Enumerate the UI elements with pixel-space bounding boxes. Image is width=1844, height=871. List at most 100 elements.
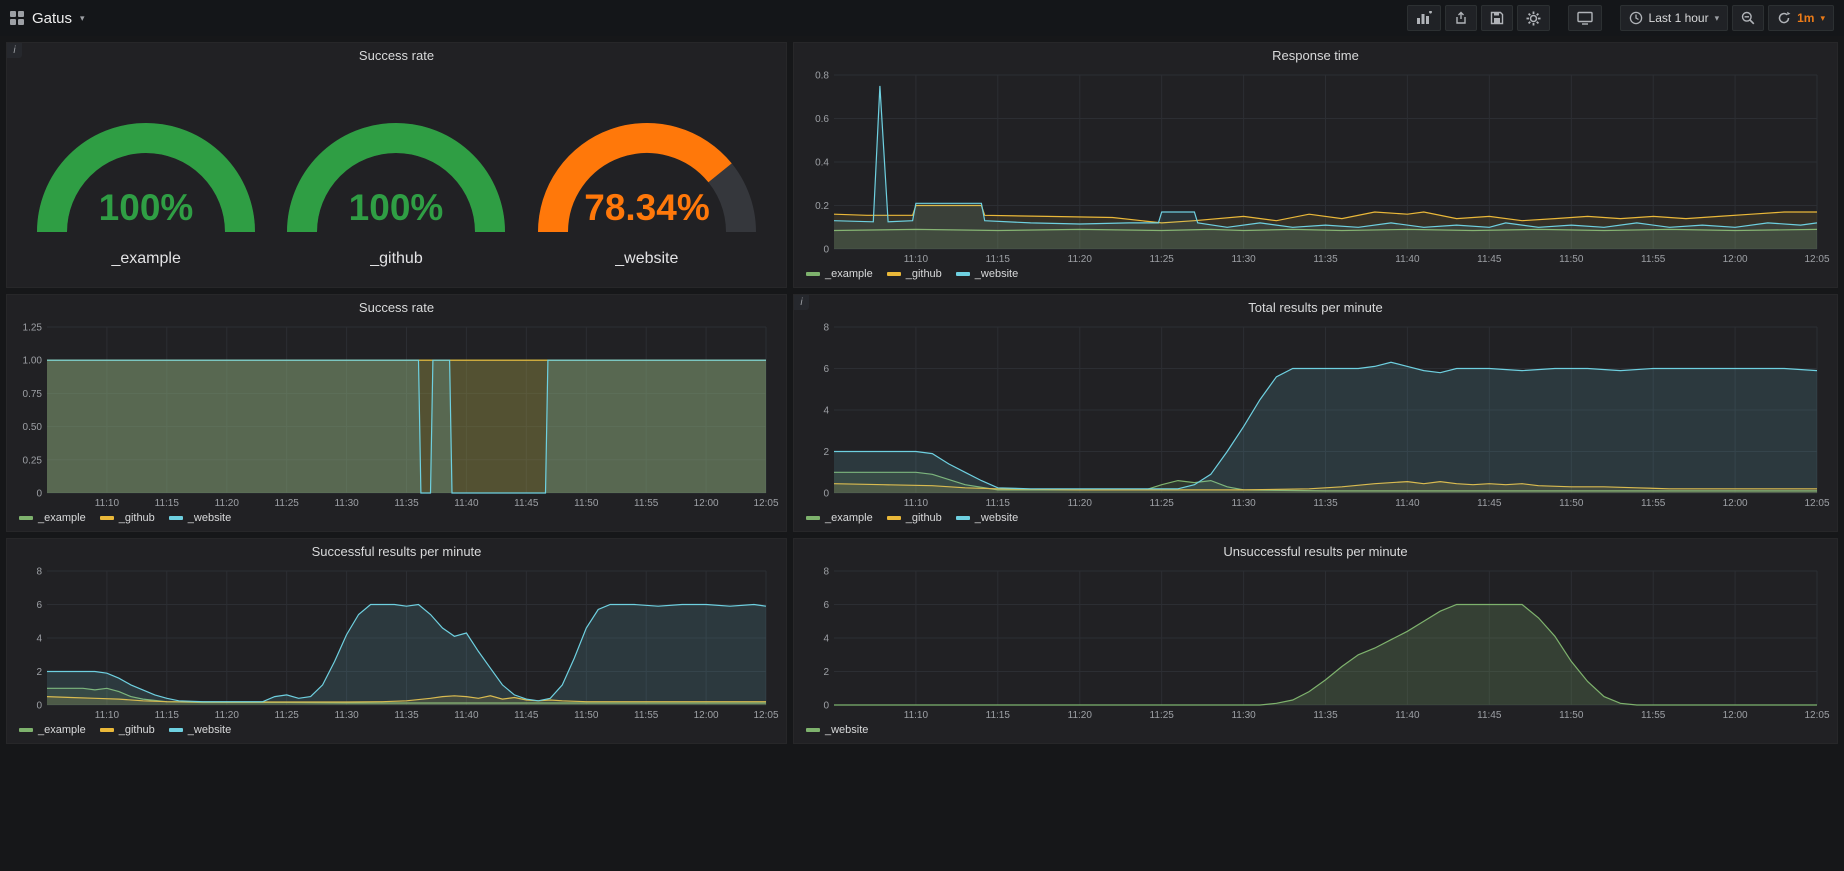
svg-text:11:30: 11:30 bbox=[1231, 498, 1256, 509]
legend-item[interactable]: _github bbox=[100, 512, 155, 524]
chart-area[interactable]: 11:1011:1511:2011:2511:3011:3511:4011:45… bbox=[7, 563, 786, 721]
svg-text:11:50: 11:50 bbox=[574, 710, 599, 721]
svg-text:6: 6 bbox=[823, 364, 829, 375]
gauge-value: 78.34% bbox=[584, 187, 710, 228]
svg-text:11:50: 11:50 bbox=[1559, 254, 1584, 265]
svg-text:11:15: 11:15 bbox=[986, 254, 1011, 265]
legend-label: _website bbox=[188, 512, 231, 524]
refresh-picker[interactable]: 1m ▾ bbox=[1768, 5, 1834, 31]
svg-text:11:50: 11:50 bbox=[574, 498, 599, 509]
legend-item[interactable]: _website bbox=[956, 512, 1018, 524]
legend-swatch bbox=[806, 516, 820, 520]
chart-area[interactable]: 11:1011:1511:2011:2511:3011:3511:4011:45… bbox=[794, 319, 1837, 509]
svg-text:11:10: 11:10 bbox=[904, 710, 929, 721]
save-button[interactable] bbox=[1481, 5, 1513, 31]
svg-text:1.00: 1.00 bbox=[23, 356, 43, 367]
successful-results-chart: 11:1011:1511:2011:2511:3011:3511:4011:45… bbox=[13, 563, 780, 721]
legend-swatch bbox=[806, 728, 820, 732]
panel-info-icon[interactable]: i bbox=[794, 295, 809, 310]
svg-text:12:00: 12:00 bbox=[1723, 498, 1748, 509]
svg-text:11:10: 11:10 bbox=[95, 498, 120, 509]
success-rate-chart: 11:1011:1511:2011:2511:3011:3511:4011:45… bbox=[13, 319, 780, 509]
chart-area[interactable]: 11:1011:1511:2011:2511:3011:3511:4011:45… bbox=[794, 67, 1837, 265]
svg-text:11:50: 11:50 bbox=[1559, 498, 1584, 509]
svg-text:0: 0 bbox=[823, 701, 829, 712]
svg-text:12:05: 12:05 bbox=[753, 710, 778, 721]
share-button[interactable] bbox=[1445, 5, 1477, 31]
panel-header[interactable]: Total results per minute bbox=[794, 295, 1837, 319]
chart-area[interactable]: 11:1011:1511:2011:2511:3011:3511:4011:45… bbox=[794, 563, 1837, 721]
svg-text:12:00: 12:00 bbox=[1723, 254, 1748, 265]
svg-text:11:45: 11:45 bbox=[1477, 254, 1502, 265]
panel-info-icon[interactable]: i bbox=[7, 43, 22, 58]
svg-text:12:05: 12:05 bbox=[1804, 710, 1829, 721]
chevron-down-icon: ▾ bbox=[1820, 13, 1825, 24]
legend-item[interactable]: _example bbox=[19, 724, 86, 736]
time-range-picker[interactable]: Last 1 hour ▾ bbox=[1620, 5, 1729, 31]
svg-text:0: 0 bbox=[823, 245, 829, 256]
panel-title: Success rate bbox=[359, 300, 434, 315]
legend-item[interactable]: _example bbox=[806, 268, 873, 280]
zoom-out-icon bbox=[1741, 11, 1755, 25]
svg-text:12:05: 12:05 bbox=[753, 498, 778, 509]
legend-swatch bbox=[169, 516, 183, 520]
panel-successful-results: Successful results per minute 11:1011:15… bbox=[6, 538, 787, 744]
zoom-out-button[interactable] bbox=[1732, 5, 1764, 31]
legend-item[interactable]: _github bbox=[100, 724, 155, 736]
legend-label: _github bbox=[906, 512, 942, 524]
chart-legend: _example _github _website bbox=[794, 265, 1837, 287]
panel-header[interactable]: Successful results per minute bbox=[7, 539, 786, 563]
svg-text:11:30: 11:30 bbox=[334, 710, 359, 721]
panel-success-rate-gauges: i Success rate 100%_example100%_github78… bbox=[6, 42, 787, 288]
svg-text:11:50: 11:50 bbox=[1559, 710, 1584, 721]
svg-text:8: 8 bbox=[36, 567, 42, 578]
svg-text:0.6: 0.6 bbox=[815, 114, 829, 125]
svg-text:0.8: 0.8 bbox=[815, 71, 829, 82]
svg-text:4: 4 bbox=[36, 634, 42, 645]
legend-swatch bbox=[956, 516, 970, 520]
settings-button[interactable] bbox=[1517, 5, 1550, 31]
svg-text:8: 8 bbox=[823, 567, 829, 578]
svg-text:4: 4 bbox=[823, 634, 829, 645]
svg-text:6: 6 bbox=[36, 600, 42, 611]
refresh-interval-label: 1m bbox=[1797, 11, 1814, 25]
panel-header[interactable]: Success rate bbox=[7, 295, 786, 319]
chart-area[interactable]: 11:1011:1511:2011:2511:3011:3511:4011:45… bbox=[7, 319, 786, 509]
gauge: 100%_example bbox=[28, 82, 264, 268]
svg-text:6: 6 bbox=[823, 600, 829, 611]
gauge-row: 100%_example100%_github78.34%_website bbox=[7, 67, 786, 287]
svg-text:11:40: 11:40 bbox=[1395, 710, 1420, 721]
legend-item[interactable]: _example bbox=[806, 512, 873, 524]
legend-item[interactable]: _example bbox=[19, 512, 86, 524]
svg-text:12:00: 12:00 bbox=[1723, 710, 1748, 721]
svg-text:11:55: 11:55 bbox=[634, 498, 659, 509]
svg-text:11:35: 11:35 bbox=[394, 498, 419, 509]
svg-text:11:25: 11:25 bbox=[1150, 254, 1175, 265]
svg-text:11:10: 11:10 bbox=[904, 498, 929, 509]
tv-mode-button[interactable] bbox=[1568, 5, 1602, 31]
svg-text:2: 2 bbox=[823, 447, 829, 458]
legend-item[interactable]: _website bbox=[169, 724, 231, 736]
legend-item[interactable]: _website bbox=[806, 724, 868, 736]
legend-item[interactable]: _github bbox=[887, 512, 942, 524]
dashboard-title[interactable]: Gatus bbox=[32, 10, 72, 27]
dashboard-grid: i Success rate 100%_example100%_github78… bbox=[0, 36, 1844, 750]
add-panel-button[interactable] bbox=[1407, 5, 1441, 31]
legend-item[interactable]: _website bbox=[956, 268, 1018, 280]
legend-swatch bbox=[100, 516, 114, 520]
panel-header[interactable]: Response time bbox=[794, 43, 1837, 67]
panel-title: Response time bbox=[1272, 48, 1359, 63]
svg-text:11:40: 11:40 bbox=[454, 710, 479, 721]
svg-text:11:55: 11:55 bbox=[634, 710, 659, 721]
monitor-icon bbox=[1577, 11, 1593, 25]
chart-legend: _example _github _website bbox=[794, 509, 1837, 531]
panel-header[interactable]: Unsuccessful results per minute bbox=[794, 539, 1837, 563]
chart-legend: _example _github _website bbox=[7, 509, 786, 531]
legend-item[interactable]: _website bbox=[169, 512, 231, 524]
dashboard-grid-icon[interactable] bbox=[10, 11, 24, 25]
legend-item[interactable]: _github bbox=[887, 268, 942, 280]
svg-text:11:30: 11:30 bbox=[1231, 254, 1256, 265]
panel-header[interactable]: Success rate bbox=[7, 43, 786, 67]
svg-text:11:15: 11:15 bbox=[986, 498, 1011, 509]
chevron-down-icon[interactable]: ▾ bbox=[80, 13, 85, 24]
